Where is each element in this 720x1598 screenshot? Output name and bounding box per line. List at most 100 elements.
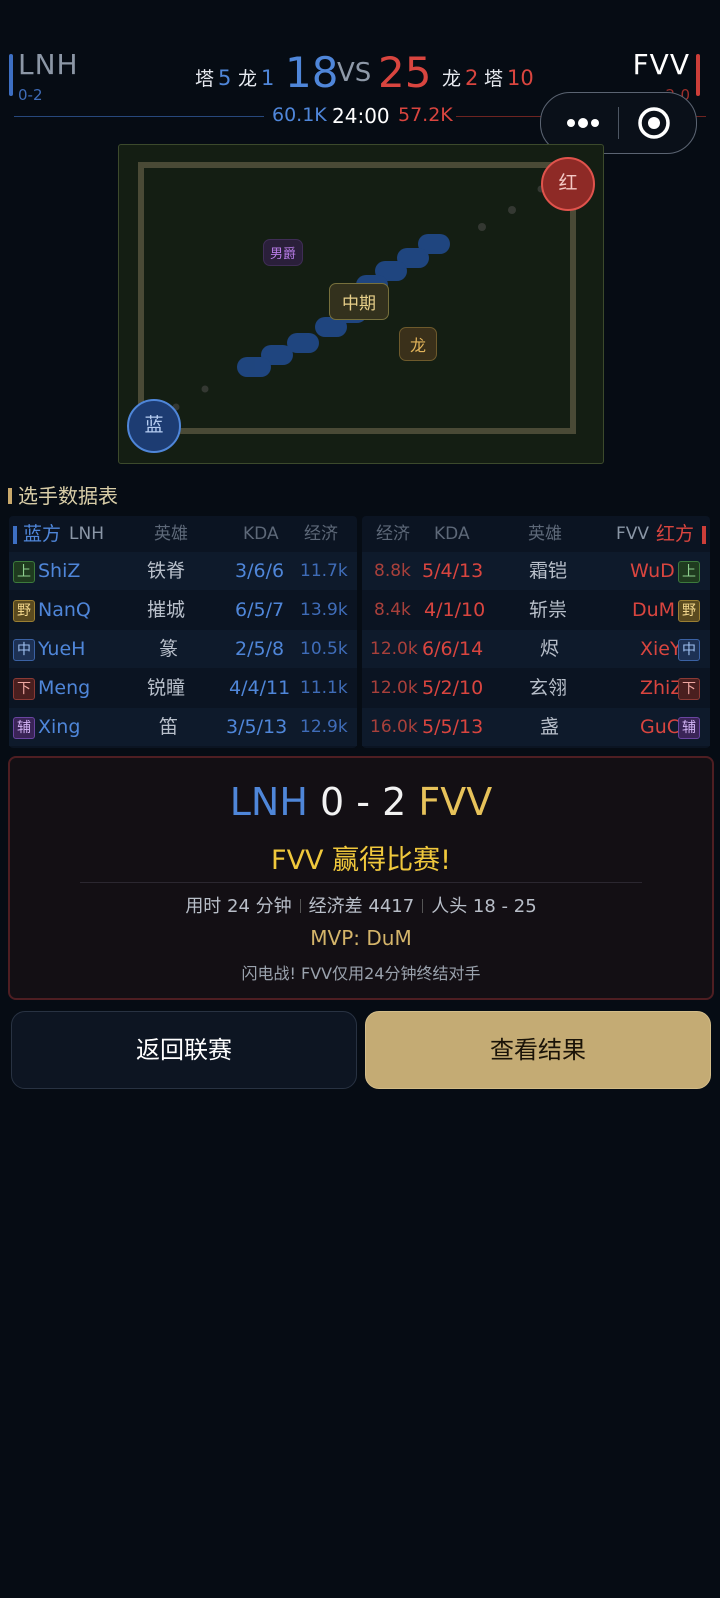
- role-badge: 辅: [678, 717, 700, 739]
- gold-value: 12.9k: [300, 717, 348, 737]
- kda-value: 3/5/13: [226, 716, 288, 738]
- blue-gold-line: [14, 116, 264, 117]
- red-side-bar: [702, 526, 706, 544]
- table-row: 上 ShiZ 铁脊 3/6/6 11.7k: [9, 552, 357, 590]
- kda-header: KDA: [434, 524, 470, 544]
- hero-name: 霜铠: [529, 560, 568, 582]
- section-title-bar: [8, 488, 12, 504]
- hero-name: 锐瞳: [147, 677, 186, 699]
- view-results-button[interactable]: 查看结果: [365, 1011, 711, 1089]
- blue-team-name: LNH: [18, 48, 79, 81]
- red-team-label: FVV: [616, 524, 650, 544]
- gold-value: 11.7k: [300, 561, 348, 581]
- kda-value: 4/4/11: [229, 677, 291, 699]
- kda-value: 6/6/14: [422, 638, 484, 660]
- winner-text: FVV 赢得比赛!: [271, 845, 451, 876]
- role-badge: 上: [678, 561, 700, 583]
- red-gold: 57.2K: [398, 104, 453, 126]
- gold-value: 8.8k: [374, 561, 411, 581]
- kda-value: 5/4/13: [422, 560, 484, 582]
- blue-kills: 18: [285, 48, 339, 97]
- hero-name: 铁脊: [147, 560, 186, 582]
- hero-name: 盏: [540, 716, 560, 738]
- player-name: ShiZ: [38, 560, 81, 582]
- blue-team-bar: [9, 54, 13, 96]
- role-badge: 中: [678, 639, 700, 661]
- red-team-name: FVV: [632, 48, 690, 81]
- gold-header: 经济: [376, 524, 410, 544]
- kda-value: 5/2/10: [422, 677, 484, 699]
- player-name: DuM: [632, 599, 676, 621]
- gold-value: 11.1k: [300, 678, 348, 698]
- table-row: 12.0k 5/2/10 玄翎 ZhiZ 下: [362, 669, 710, 707]
- gold-value: 10.5k: [300, 639, 348, 659]
- kda-value: 3/6/6: [235, 560, 285, 582]
- hero-name: 玄翎: [529, 677, 568, 699]
- blue-gold: 60.1K: [272, 104, 327, 126]
- blue-player-table: 蓝方 LNH 英雄 KDA 经济 上 ShiZ 铁脊 3/6/6 11.7k 野…: [9, 516, 357, 748]
- result-note: 闪电战! FVV仅用24分钟终结对手: [241, 964, 481, 983]
- gold-value: 16.0k: [370, 717, 418, 737]
- kda-value: 2/5/8: [235, 638, 285, 660]
- role-badge: 下: [678, 678, 700, 700]
- hero-header: 英雄: [154, 524, 188, 544]
- close-target-icon[interactable]: [637, 106, 671, 140]
- kda-value: 5/5/13: [422, 716, 484, 738]
- game-timer: 24:00: [332, 104, 390, 128]
- hero-name: 篆: [159, 638, 179, 660]
- red-base: 红: [541, 157, 595, 211]
- result-stats: 用时 24 分钟 经济差 4417 人头 18 - 25: [185, 896, 537, 917]
- match-result-card: LNH 0 - 2 FVV FVV 赢得比赛! 用时 24 分钟 经济差 4417…: [8, 756, 714, 1000]
- blue-dragons: 龙1: [238, 66, 275, 90]
- hero-name: 斩祟: [529, 599, 568, 621]
- more-dots-icon[interactable]: [563, 111, 603, 135]
- hero-header: 英雄: [528, 524, 562, 544]
- role-badge: 下: [13, 678, 35, 700]
- red-towers: 塔 10: [484, 66, 534, 90]
- mvp-text: MVP: DuM: [310, 926, 412, 950]
- player-name: NanQ: [38, 599, 91, 621]
- result-divider: [80, 882, 642, 883]
- table-row: 下 Meng 锐瞳 4/4/11 11.1k: [9, 669, 357, 707]
- kda-value: 6/5/7: [235, 599, 285, 621]
- player-name: XieY: [640, 638, 682, 660]
- gold-value: 8.4k: [374, 600, 411, 620]
- blue-side-label: 蓝方: [23, 523, 62, 545]
- table-row: 16.0k 5/5/13 盏 GuC 辅: [362, 708, 710, 746]
- player-name: GuC: [640, 716, 681, 738]
- red-side-label: 红方: [656, 523, 695, 545]
- player-name: WuD: [630, 560, 675, 582]
- role-badge: 野: [678, 600, 700, 622]
- gold-value: 12.0k: [370, 678, 418, 698]
- series-score: LNH 0 - 2 FVV: [229, 780, 493, 824]
- section-title: 选手数据表: [8, 480, 118, 509]
- phase-label: 中期: [329, 283, 389, 320]
- hero-name: 笛: [159, 716, 179, 738]
- back-to-league-button[interactable]: 返回联赛: [11, 1011, 357, 1089]
- dragon-label: 龙: [399, 327, 438, 361]
- red-player-table: 经济 KDA 英雄 FVV 红方 8.8k 5/4/13 霜铠 WuD 上 8.…: [362, 516, 710, 748]
- gold-header: 经济: [304, 524, 338, 544]
- gold-value: 12.0k: [370, 639, 418, 659]
- role-badge: 辅: [13, 717, 35, 739]
- player-name: Xing: [38, 716, 81, 738]
- blue-team-record: 0-2: [18, 86, 43, 104]
- hero-name: 摧城: [147, 599, 186, 621]
- role-badge: 野: [13, 600, 35, 622]
- blue-side-bar: [13, 526, 17, 544]
- baron-label: 男爵: [263, 239, 304, 266]
- table-row: 8.8k 5/4/13 霜铠 WuD 上: [362, 552, 710, 590]
- table-row: 12.0k 6/6/14 烬 XieY 中: [362, 630, 710, 668]
- table-row: 中 YueH 篆 2/5/8 10.5k: [9, 630, 357, 668]
- kda-value: 4/1/10: [424, 599, 486, 621]
- capsule-divider: [618, 107, 619, 139]
- role-badge: 上: [13, 561, 35, 583]
- mini-map: 男爵 中期 龙 红 蓝: [118, 144, 604, 464]
- hero-name: 烬: [540, 638, 560, 660]
- blue-team-label: LNH: [69, 524, 104, 544]
- blue-base: 蓝: [127, 399, 181, 453]
- role-badge: 中: [13, 639, 35, 661]
- player-name: ZhiZ: [640, 677, 684, 699]
- kda-header: KDA: [243, 524, 279, 544]
- table-row: 8.4k 4/1/10 斩祟 DuM 野: [362, 591, 710, 629]
